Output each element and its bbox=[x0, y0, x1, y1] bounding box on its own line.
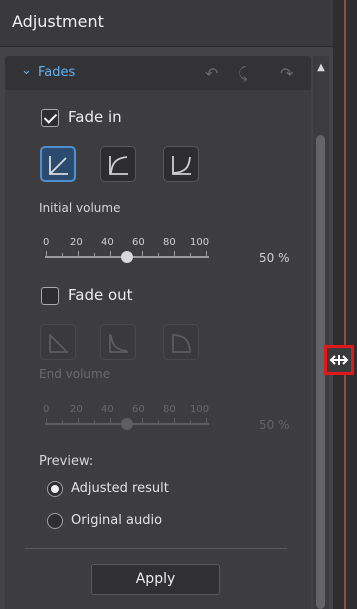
slider-tick bbox=[174, 418, 175, 423]
slider-tick bbox=[62, 420, 63, 423]
slider-tick bbox=[174, 251, 175, 256]
slider-tick bbox=[78, 251, 79, 256]
fade-in-linear-button[interactable] bbox=[40, 146, 76, 182]
adjusted-result-label[interactable]: Adjusted result bbox=[71, 481, 169, 496]
slider-tick bbox=[46, 418, 47, 423]
splitter-line bbox=[344, 0, 346, 609]
chevron-down-icon[interactable]: ⌄ bbox=[21, 63, 32, 78]
logarithmic-curve-icon bbox=[109, 156, 128, 175]
apply-button[interactable]: Apply bbox=[91, 564, 220, 595]
undo-icon[interactable]: ↶ bbox=[205, 64, 218, 83]
slider-tick bbox=[94, 420, 95, 423]
panel-title: Adjustment bbox=[12, 12, 104, 31]
end-volume-label: End volume bbox=[39, 367, 111, 381]
scale-label: 80 bbox=[163, 237, 176, 248]
initial-volume-label: Initial volume bbox=[39, 201, 121, 215]
slider-tick bbox=[158, 420, 159, 423]
fade-out-checkbox[interactable] bbox=[41, 287, 59, 305]
scroll-up-arrow-icon[interactable]: ▲ bbox=[313, 62, 329, 78]
redo-icon[interactable]: ⤹ bbox=[238, 64, 248, 84]
fade-in-exponential-button[interactable] bbox=[163, 146, 199, 182]
slider-tick bbox=[142, 251, 143, 256]
scale-label: 60 bbox=[132, 237, 145, 248]
scale-label: 40 bbox=[101, 237, 114, 248]
scale-label: 100 bbox=[190, 237, 210, 248]
panel-header: Adjustment bbox=[0, 0, 333, 47]
preview-label: Preview: bbox=[39, 454, 94, 469]
slider-tick bbox=[46, 251, 47, 256]
exponential-out-curve-icon bbox=[172, 334, 191, 353]
fade-in-logarithmic-button[interactable] bbox=[100, 146, 136, 182]
original-audio-radio[interactable] bbox=[47, 513, 63, 529]
divider bbox=[25, 548, 287, 549]
slider-tick bbox=[110, 251, 111, 256]
slider-tick bbox=[142, 418, 143, 423]
reset-icon[interactable]: ↷ bbox=[280, 64, 293, 83]
resize-handle[interactable] bbox=[324, 345, 354, 375]
slider-thumb[interactable] bbox=[121, 251, 133, 263]
horizontal-resize-icon bbox=[329, 355, 349, 365]
scale-label: 0 bbox=[43, 237, 50, 248]
slider-tick bbox=[110, 418, 111, 423]
fade-in-label: Fade in bbox=[68, 108, 122, 126]
scale-label: 100 bbox=[190, 404, 210, 415]
fade-out-exponential-button[interactable] bbox=[163, 324, 199, 360]
slider-tick bbox=[190, 253, 191, 256]
fade-out-linear-button[interactable] bbox=[40, 324, 76, 360]
scale-label: 40 bbox=[101, 404, 114, 415]
end-volume-value: 50 % bbox=[259, 418, 290, 432]
fade-out-logarithmic-button[interactable] bbox=[100, 324, 136, 360]
linear-curve-icon bbox=[49, 156, 68, 175]
logarithmic-out-curve-icon bbox=[109, 334, 128, 353]
slider-tick bbox=[190, 420, 191, 423]
initial-volume-value: 50 % bbox=[259, 251, 290, 265]
adjusted-result-radio[interactable] bbox=[47, 481, 63, 497]
linear-out-curve-icon bbox=[49, 334, 68, 353]
slider-tick bbox=[62, 253, 63, 256]
exponential-curve-icon bbox=[172, 156, 191, 175]
slider-thumb[interactable] bbox=[121, 418, 133, 430]
scale-label: 20 bbox=[70, 237, 83, 248]
slider-tick bbox=[206, 418, 207, 423]
slider-tick bbox=[158, 253, 159, 256]
fades-section-title[interactable]: Fades bbox=[38, 65, 75, 80]
scale-label: 60 bbox=[132, 404, 145, 415]
slider-tick bbox=[78, 418, 79, 423]
fade-in-checkbox[interactable] bbox=[41, 109, 59, 127]
scale-label: 20 bbox=[70, 404, 83, 415]
scale-label: 80 bbox=[163, 404, 176, 415]
adjustment-panel: Adjustment ⌄ Fades ↶ ⤹ ↷ Fade in Initial… bbox=[0, 0, 333, 609]
slider-tick bbox=[206, 251, 207, 256]
fades-section-header[interactable]: ⌄ Fades ↶ ⤹ ↷ bbox=[5, 56, 311, 90]
fade-out-label: Fade out bbox=[68, 286, 133, 304]
original-audio-label[interactable]: Original audio bbox=[71, 513, 162, 528]
scale-label: 0 bbox=[43, 404, 50, 415]
slider-tick bbox=[94, 253, 95, 256]
